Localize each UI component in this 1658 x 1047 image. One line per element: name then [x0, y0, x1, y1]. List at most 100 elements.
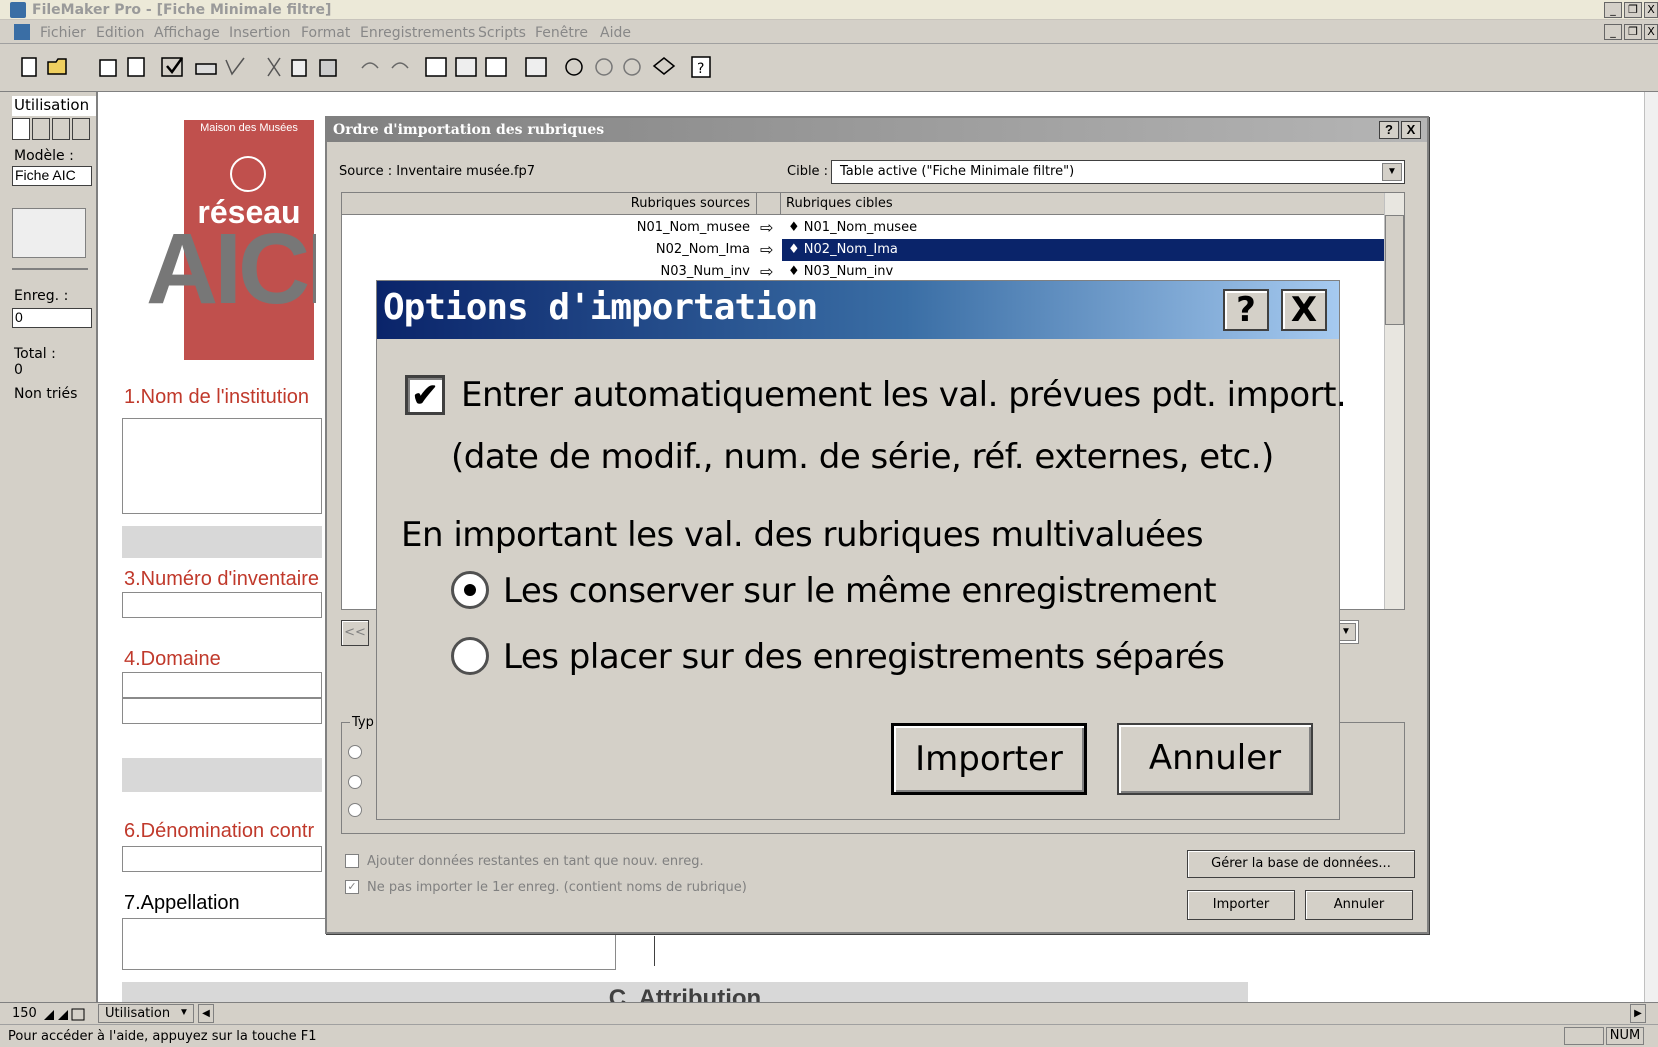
bottom-bar: 150 Utilisation ▼ ◀ ▶ [0, 1002, 1658, 1024]
field-domaine-1[interactable] [122, 672, 322, 698]
menu-scripts[interactable]: Scripts [478, 25, 526, 41]
doc-minimize-button[interactable]: _ [1604, 24, 1622, 40]
type-group-label: Typ [350, 715, 376, 730]
toolbar-icons[interactable]: ? [0, 44, 720, 92]
logo-top-text: Maison des Musées [200, 122, 298, 134]
field-domaine-2[interactable] [122, 698, 322, 724]
status-bar: Pour accéder à l'aide, appuyez sur la to… [0, 1024, 1658, 1047]
menu-insertion[interactable]: Insertion [229, 25, 290, 41]
arrow-right-icon[interactable]: ⇨ [760, 218, 773, 238]
zoom-icon[interactable] [42, 1006, 86, 1022]
scroll-left-icon[interactable]: ◀ [198, 1004, 214, 1023]
menu-affichage[interactable]: Affichage [154, 25, 220, 41]
options-help-button[interactable]: ? [1223, 289, 1269, 331]
import-order-close-button[interactable]: X [1401, 121, 1421, 139]
layout-label: Modèle : [14, 148, 74, 164]
minimize-button[interactable]: _ [1604, 2, 1622, 18]
menu-edition[interactable]: Edition [96, 25, 144, 41]
field-institution[interactable] [122, 418, 322, 514]
import-order-title: Ordre d'importation des rubriques [333, 122, 605, 138]
menu-fichier[interactable]: Fichier [40, 25, 86, 41]
layout-scrollbar[interactable] [1644, 92, 1658, 1002]
import-order-help-button[interactable]: ? [1379, 121, 1399, 139]
logo-symbol [230, 156, 266, 192]
window-title: FileMaker Pro - [Fiche Minimale filtre] [32, 2, 332, 18]
scroll-right-icon[interactable]: ▶ [1630, 1004, 1646, 1023]
options-cancel-button[interactable]: Annuler [1117, 723, 1313, 795]
list-scrollbar[interactable] [1384, 193, 1404, 609]
close-window-button[interactable]: X [1644, 2, 1658, 18]
status-empty-pane [1564, 1027, 1604, 1045]
target-select[interactable]: Table active ("Fiche Minimale filtre") ▼ [831, 160, 1405, 184]
split-records-label: Les placer sur des enregistrements sépar… [503, 637, 1225, 677]
toolbar: ? [0, 44, 1658, 92]
add-remaining-label: Ajouter données restantes en tant que no… [367, 854, 704, 869]
layout-select-value: Fiche AIC [15, 167, 76, 183]
zoom-level[interactable]: 150 [12, 1006, 40, 1021]
mode-popup-value: Utilisation [105, 1006, 171, 1021]
auto-enter-checkbox[interactable]: ✔ [405, 375, 445, 415]
menu-aide[interactable]: Aide [600, 25, 631, 41]
keep-same-radio[interactable] [451, 571, 489, 609]
split-records-radio[interactable] [451, 637, 489, 675]
field-label-institution: 1.Nom de l'institution [124, 386, 310, 408]
options-close-button[interactable]: X [1281, 289, 1327, 331]
restore-button[interactable]: ❐ [1624, 2, 1642, 18]
num-lock-indicator: NUM [1606, 1027, 1644, 1045]
skip-first-checkbox[interactable]: ✓ [345, 880, 359, 894]
status-area: Utilisation Modèle : Fiche AIC Enreg. : … [0, 92, 98, 1002]
import-options-title: Options d'importation [383, 287, 818, 328]
section-band-2 [122, 758, 322, 792]
layout-select[interactable]: Fiche AIC [12, 166, 92, 186]
manage-database-button[interactable]: Gérer la base de données... [1187, 850, 1415, 878]
mapping-row[interactable]: N01_Nom_musee ⇨ ♦ N01_Nom_musee [342, 217, 1384, 239]
app-title-bar: FileMaker Pro - [Fiche Minimale filtre] … [0, 0, 1658, 20]
chevron-down-icon: ▼ [179, 1007, 189, 1018]
record-slider[interactable] [12, 268, 88, 270]
mode-popup[interactable]: Utilisation ▼ [98, 1004, 194, 1023]
field-denomination[interactable] [122, 846, 322, 872]
filemaker-app-icon [10, 2, 26, 18]
total-label: Total : [14, 346, 56, 362]
mapping-row[interactable]: N02_Nom_Ima ⇨ ♦ N02_Nom_Ima [342, 239, 1384, 261]
field-label-denomination: 6.Dénomination contr [124, 820, 315, 842]
field-label-inventaire: 3.Numéro d'inventaire [124, 568, 320, 590]
doc-restore-button[interactable]: ❐ [1624, 24, 1642, 40]
target-field: ♦ N01_Nom_musee [788, 220, 918, 235]
sort-state: Non triés [14, 386, 78, 402]
field-label-domaine: 4.Domaine [124, 648, 221, 670]
skip-first-label: Ne pas importer le 1er enreg. (contient … [367, 880, 747, 895]
menu-format[interactable]: Format [301, 25, 350, 41]
nav-prev-button[interactable]: << [341, 620, 369, 646]
cursor-line [654, 936, 655, 966]
import-options-dialog: Options d'importation ? X ✔ Entrer autom… [376, 280, 1347, 820]
chevron-down-icon[interactable]: ▼ [1382, 163, 1402, 181]
target-select-value: Table active ("Fiche Minimale filtre") [840, 164, 1075, 179]
field-inventaire[interactable] [122, 592, 322, 618]
record-number-field[interactable]: 0 [12, 308, 92, 328]
type-radio-1[interactable] [348, 745, 362, 759]
add-remaining-checkbox[interactable] [345, 854, 359, 868]
book-icon[interactable] [12, 208, 86, 258]
keep-same-label: Les conserver sur le même enregistrement [503, 571, 1217, 611]
column-target-header[interactable]: Rubriques cibles [786, 196, 893, 211]
menu-bar: Fichier Edition Affichage Insertion Form… [0, 20, 1658, 44]
type-radio-3[interactable] [348, 803, 362, 817]
logo-aicin-wordmark: AICIN [146, 214, 316, 324]
column-source-header[interactable]: Rubriques sources [342, 196, 750, 211]
total-value: 0 [14, 362, 23, 378]
arrow-right-icon[interactable]: ⇨ [760, 262, 773, 282]
repeating-heading: En important les val. des rubriques mult… [401, 515, 1204, 555]
arrow-right-icon[interactable]: ⇨ [760, 240, 773, 260]
menu-enregistrements[interactable]: Enregistrements [360, 25, 475, 41]
doc-close-button[interactable]: X [1644, 24, 1658, 40]
order-import-button[interactable]: Importer [1187, 890, 1295, 920]
type-radio-2[interactable] [348, 775, 362, 789]
target-field-selected: ♦ N02_Nom_Ima [782, 239, 1384, 261]
order-cancel-button[interactable]: Annuler [1305, 890, 1413, 920]
source-field: N01_Nom_musee [636, 220, 750, 235]
mode-tools[interactable] [12, 118, 96, 140]
options-import-button[interactable]: Importer [891, 723, 1087, 795]
menu-fenetre[interactable]: Fenêtre [535, 25, 588, 41]
target-label: Cible : [787, 164, 829, 179]
